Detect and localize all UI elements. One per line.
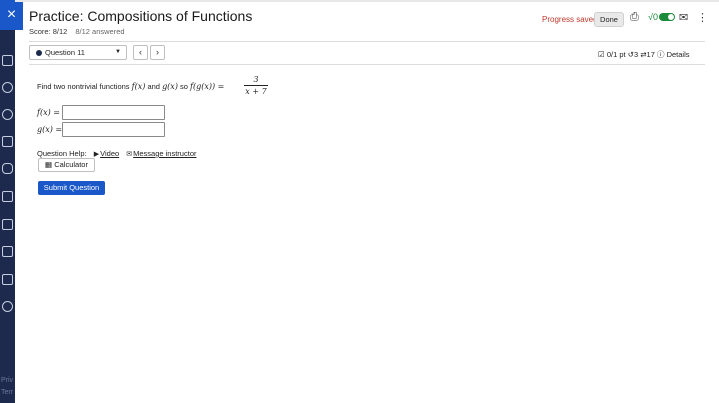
person-icon[interactable] <box>2 82 13 93</box>
privacy-link[interactable]: Priv <box>1 377 13 384</box>
question-select-label: Question 11 <box>45 48 85 57</box>
attempts-count: 17 <box>646 50 655 59</box>
header-divider <box>29 41 705 42</box>
math-toggle[interactable]: √0 <box>648 12 675 22</box>
next-question-button[interactable]: › <box>150 45 165 60</box>
f-answer-input[interactable] <box>62 105 165 120</box>
video-icon: ▶ <box>93 151 100 158</box>
prompt-text: Find two nontrivial functions <box>37 82 130 91</box>
institution-icon[interactable] <box>2 55 13 66</box>
gradebook-icon[interactable] <box>2 136 13 147</box>
and-text: and <box>147 82 160 91</box>
submit-question-button[interactable]: Submit Question <box>38 181 105 195</box>
status-dot <box>36 50 42 57</box>
g-input-label: g(x) = <box>37 125 63 134</box>
message-label: Message instructor <box>133 149 197 158</box>
logout-icon[interactable] <box>2 301 13 312</box>
help-label: Question Help: <box>37 149 87 158</box>
retries-count: 3 <box>633 50 639 59</box>
terms-link[interactable]: Terr <box>1 389 13 396</box>
close-button[interactable]: × <box>0 0 23 30</box>
close-icon: × <box>6 6 17 23</box>
toggle-switch <box>658 13 675 21</box>
chevron-down-icon: ▼ <box>115 49 121 55</box>
print-icon[interactable]: ⎙ <box>630 11 639 24</box>
calculator-icon: ▦ <box>45 160 53 169</box>
sqrt-icon: √0 <box>648 12 658 22</box>
fraction: 3 x + 7 <box>244 75 268 96</box>
f-notation: f(x) <box>131 82 146 91</box>
details-label: Details <box>666 50 690 59</box>
mail-icon[interactable] <box>2 219 13 230</box>
people-icon[interactable] <box>2 163 13 174</box>
mail-icon[interactable]: ✉ <box>679 11 688 24</box>
fraction-denominator: x + 7 <box>245 87 267 96</box>
question-help: Question Help: ▶Video ✉Message instructo… <box>37 149 196 158</box>
checkbox-icon: ☑ <box>598 50 605 59</box>
g-notation: g(x) <box>162 82 178 91</box>
nav-divider <box>29 64 705 65</box>
f-input-label: f(x) = <box>37 108 60 117</box>
g-answer-input[interactable] <box>62 122 165 137</box>
page-title: Practice: Compositions of Functions <box>29 8 253 24</box>
question-select[interactable]: Question 11 ▼ <box>29 45 127 60</box>
score-text: Score: 8/12 <box>29 27 68 36</box>
video-label: Video <box>100 149 120 158</box>
question-prompt: Find two nontrivial functions f(x) and g… <box>37 82 224 91</box>
points-text: 0/1 pt <box>606 50 626 59</box>
composition-expression: f(g(x)) = <box>190 82 225 91</box>
calculator-label: Calculator <box>54 160 88 169</box>
edit-icon[interactable] <box>2 274 13 285</box>
document-icon[interactable] <box>2 246 13 257</box>
details-link[interactable]: ⓘ Details <box>657 50 690 59</box>
top-border <box>15 0 719 2</box>
answered-count: 8/12 answered <box>75 27 125 36</box>
message-instructor-link[interactable]: ✉Message instructor <box>126 149 196 158</box>
globe-icon[interactable] <box>2 109 13 120</box>
progress-status: Progress saved <box>542 15 598 24</box>
previous-question-button[interactable]: ‹ <box>133 45 148 60</box>
fraction-numerator: 3 <box>244 75 268 86</box>
question-meta: ☑ 0/1 pt ↺3 ⇄17 ⓘ Details <box>598 49 690 60</box>
so-text: so <box>180 82 188 91</box>
done-button[interactable]: Done <box>594 12 624 27</box>
sidebar: Priv Terr <box>0 0 15 403</box>
more-menu-icon[interactable]: ⋮ <box>697 11 708 24</box>
envelope-icon: ✉ <box>126 151 133 158</box>
score-line: Score: 8/12 8/12 answered <box>29 27 125 36</box>
info-icon: ⓘ <box>656 50 665 59</box>
calendar-icon[interactable] <box>2 191 13 202</box>
calculator-button[interactable]: ▦ Calculator <box>38 158 95 172</box>
video-link[interactable]: ▶Video <box>94 149 119 158</box>
